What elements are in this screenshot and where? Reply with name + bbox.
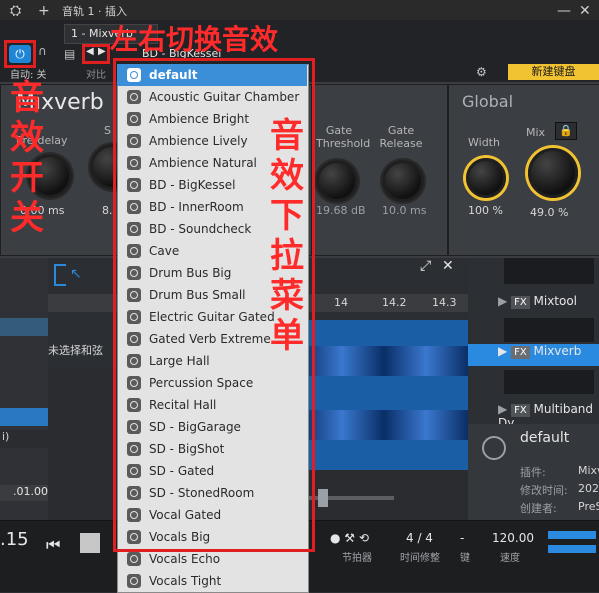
metronome-label: 节拍器 <box>342 553 372 564</box>
chord-track-label: 未选择和弦 <box>48 344 103 357</box>
preset-icon <box>127 574 141 588</box>
plugin-thumb <box>504 258 594 284</box>
lock-icon[interactable]: 🔒 <box>555 122 577 140</box>
bracket-icon[interactable] <box>54 264 66 286</box>
meta-label: 修改时间: <box>520 484 568 497</box>
meta-value: PreS <box>578 500 599 513</box>
annotation-effect-switch: 音 效 开 关 <box>10 78 44 238</box>
annotation-char: 关 <box>10 198 44 238</box>
window-title: 音轨 1 · 插入 <box>62 5 127 18</box>
plugin-thumb <box>504 318 594 342</box>
menu-item-label: Vocals Echo <box>149 552 221 566</box>
browser-item-label: Mixtool <box>533 294 578 308</box>
time-sig-label: 时间修整 <box>400 553 440 564</box>
pointer-icon[interactable]: ↖ <box>70 266 82 282</box>
width-value: 100 % <box>468 204 503 217</box>
gate-threshold-value: 19.68 dB <box>316 204 366 217</box>
browser-item-mixtool[interactable]: ▶ FX Mixtool <box>498 294 577 316</box>
track-list: i) .01.00 <box>0 258 50 520</box>
zoom-slider-handle[interactable] <box>318 489 328 507</box>
ruler-mark: 14.2 <box>382 296 407 309</box>
track-strip <box>0 318 48 336</box>
rewind-button[interactable]: ⏮ <box>46 535 60 555</box>
annotation-switch-effect: 左右切换音效 <box>110 23 279 56</box>
annotation-char: 音 <box>270 116 304 156</box>
key-value[interactable]: - <box>460 531 464 545</box>
browser-item-label: Mixverb <box>533 344 582 358</box>
annotation-char: 单 <box>270 316 304 356</box>
gate-threshold-knob[interactable] <box>316 160 358 202</box>
menu-item-label: Vocals Tight <box>149 574 222 588</box>
close-icon[interactable]: ✕ <box>442 258 454 274</box>
waveform-top <box>300 346 468 376</box>
meta-label: 创建者: <box>520 502 557 515</box>
level-meter <box>548 545 596 553</box>
gear-icon[interactable]: ⚙ <box>476 65 487 79</box>
preset-title: default <box>520 430 570 446</box>
close-icon[interactable]: ✕ <box>579 3 591 19</box>
key-label: 键 <box>460 553 470 564</box>
save-icon[interactable]: ▤ <box>64 47 75 61</box>
ruler-mark: 14 <box>334 296 348 309</box>
plugin-thumb <box>504 370 594 394</box>
meta-label: 插件: <box>520 466 546 479</box>
browser-item-mixverb[interactable]: ▶ FX Mixverb <box>468 344 599 366</box>
ruler-mark: 14.3 <box>432 296 457 309</box>
preset-icon <box>127 552 141 566</box>
mix-knob[interactable] <box>528 148 578 198</box>
mix-value: 49.0 % <box>530 206 569 219</box>
left-time: .01.00 <box>0 485 50 501</box>
browser-panel: ▶ FX Mixtool ▶ FX Mixverb ▶ FX Multiband… <box>468 258 599 520</box>
gate-release-value: 10.0 ms <box>382 204 427 217</box>
track-strip <box>0 408 48 426</box>
plus-icon[interactable]: + <box>38 3 50 19</box>
preset-icon <box>482 436 506 460</box>
annotation-char: 拉 <box>270 236 304 276</box>
width-knob[interactable] <box>466 158 506 198</box>
browser-item-multiband[interactable]: ▶ FX Multiband Dy <box>498 402 599 430</box>
annotation-char: 下 <box>270 196 304 236</box>
tempo-value[interactable]: 120.00 <box>492 531 534 545</box>
next-preset-button[interactable]: ▶ <box>98 46 106 57</box>
annotation-menu: 音 效 下 拉 菜 单 <box>270 116 304 356</box>
time-signature[interactable]: 4 / 4 <box>406 531 433 545</box>
gate-release-label: Gate Release <box>379 124 423 150</box>
left-unit: i) <box>0 430 50 448</box>
meta-value: Mixv <box>578 464 599 477</box>
meta-value: 2020 <box>578 482 599 495</box>
annotation-char: 开 <box>10 158 44 198</box>
minimize-icon[interactable]: — <box>557 3 571 19</box>
annotation-char: 效 <box>270 156 304 196</box>
menu-item[interactable]: Vocals Tight <box>117 570 307 592</box>
annotation-char: 效 <box>10 118 44 158</box>
top-bar: ⛭ + 音轨 1 · 插入 — ✕ <box>0 0 599 21</box>
stop-button[interactable] <box>80 533 100 553</box>
waveform-bottom <box>300 410 468 440</box>
prev-preset-button[interactable]: ◀ <box>86 46 94 57</box>
level-meter <box>548 531 596 539</box>
wrench-icon[interactable]: ⛭ <box>10 3 21 19</box>
transport-time: .15 <box>0 529 29 550</box>
width-label: Width <box>468 136 500 149</box>
gate-threshold-label: Gate Threshold <box>316 124 371 150</box>
new-keyboard-button[interactable]: 新建键盘 <box>508 64 599 80</box>
annotation-char: 菜 <box>270 276 304 316</box>
global-title: Global <box>462 92 514 111</box>
power-button[interactable]: ⏻ <box>9 45 31 63</box>
preset-details: default 插件: Mixv 修改时间: 2020 创建者: PreS <box>468 424 599 520</box>
gate-release-knob[interactable] <box>382 160 424 202</box>
mix-label: Mix <box>526 126 546 139</box>
transport-icons[interactable]: ● ⚒ ⟲ <box>330 531 369 545</box>
annotation-char: 音 <box>10 78 44 118</box>
audio-clip[interactable] <box>300 320 468 470</box>
s-label: S <box>104 124 111 137</box>
compare-label: 对比 <box>86 70 106 81</box>
s-value: 8. <box>102 204 113 217</box>
headphones-icon[interactable]: ∩ <box>38 44 54 60</box>
expand-icon[interactable]: ⤢ <box>420 258 431 274</box>
tempo-label: 速度 <box>500 553 520 564</box>
